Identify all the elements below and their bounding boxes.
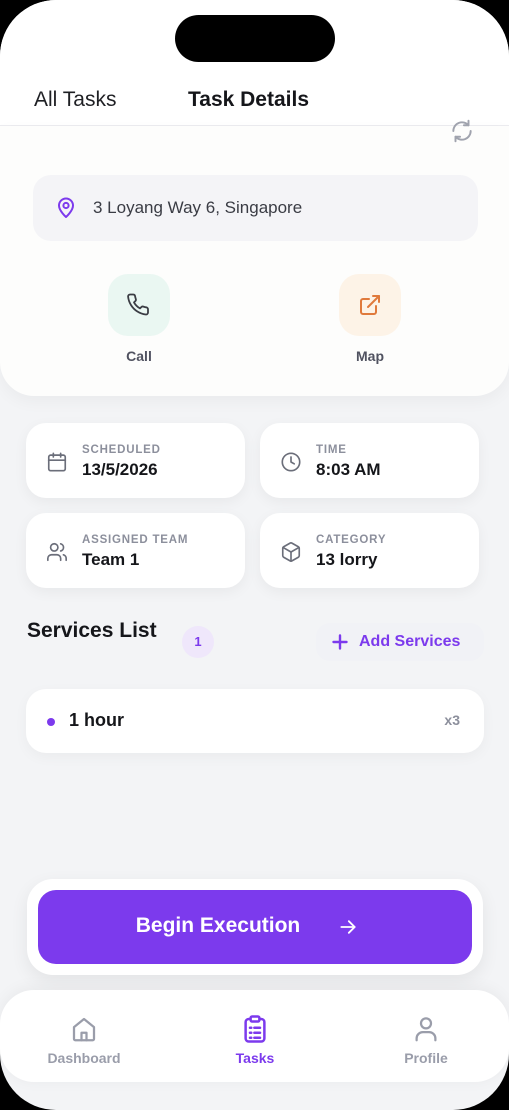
call-label: Call <box>126 348 152 364</box>
dynamic-island <box>175 15 335 62</box>
add-services-label: Add Services <box>359 633 461 650</box>
address-text: 3 Loyang Way 6, Singapore <box>93 198 303 217</box>
scheduled-value: 13/5/2026 <box>82 460 158 479</box>
address-box[interactable]: 3 Loyang Way 6, Singapore <box>33 175 478 241</box>
clipboard-list-icon <box>200 1014 310 1044</box>
add-services-button[interactable]: Add Services <box>316 623 484 661</box>
begin-execution-container: Begin Execution <box>27 879 483 975</box>
tab-dashboard-label: Dashboard <box>47 1050 121 1066</box>
services-list-title: Services List <box>27 619 157 642</box>
tab-tasks[interactable]: Tasks <box>200 1014 310 1066</box>
user-icon <box>371 1014 481 1044</box>
assigned-team-card: ASSIGNED TEAM Team 1 <box>26 513 245 588</box>
scheduled-label: SCHEDULED <box>82 444 161 456</box>
services-count-badge: 1 <box>182 626 214 658</box>
users-icon <box>46 541 68 563</box>
category-value: 13 lorry <box>316 550 378 569</box>
time-value: 8:03 AM <box>316 460 381 479</box>
calendar-icon <box>46 451 68 473</box>
package-icon <box>280 541 302 563</box>
assigned-team-value: Team 1 <box>82 550 140 569</box>
time-label: TIME <box>316 444 347 456</box>
service-item[interactable]: 1 hour x3 <box>26 689 484 753</box>
clock-icon <box>280 451 302 473</box>
home-icon <box>29 1014 139 1044</box>
navigation-bar: All Tasks Task Details <box>0 0 509 126</box>
page-title: Task Details <box>188 88 310 111</box>
map-pin-icon <box>54 196 78 220</box>
location-panel: 3 Loyang Way 6, Singapore Call Map <box>0 119 509 396</box>
category-card: CATEGORY 13 lorry <box>260 513 479 588</box>
back-to-all-tasks-link[interactable]: All Tasks <box>34 88 116 112</box>
arrow-right-icon <box>338 917 358 937</box>
tab-dashboard[interactable]: Dashboard <box>29 1014 139 1066</box>
begin-execution-button[interactable]: Begin Execution <box>38 890 472 964</box>
map-icon-tile <box>339 274 401 336</box>
scheduled-card: SCHEDULED 13/5/2026 <box>26 423 245 498</box>
map-button[interactable]: Map <box>330 274 410 364</box>
call-icon-tile <box>108 274 170 336</box>
time-card: TIME 8:03 AM <box>260 423 479 498</box>
service-quantity: x3 <box>444 712 460 728</box>
bottom-tab-bar: Dashboard Tasks Profile <box>0 990 509 1082</box>
tab-profile-label: Profile <box>404 1050 448 1066</box>
category-label: CATEGORY <box>316 534 387 546</box>
plus-icon <box>332 634 348 650</box>
service-name: 1 hour <box>69 710 125 730</box>
refresh-icon[interactable] <box>449 118 475 144</box>
map-label: Map <box>356 348 384 364</box>
bullet-dot-icon <box>47 718 55 726</box>
tab-profile[interactable]: Profile <box>371 1014 481 1066</box>
call-button[interactable]: Call <box>99 274 179 364</box>
phone-screen: All Tasks Task Details 3 Loyang Way 6, S… <box>0 0 509 1110</box>
tab-tasks-label: Tasks <box>235 1050 275 1066</box>
assigned-team-label: ASSIGNED TEAM <box>82 534 189 546</box>
